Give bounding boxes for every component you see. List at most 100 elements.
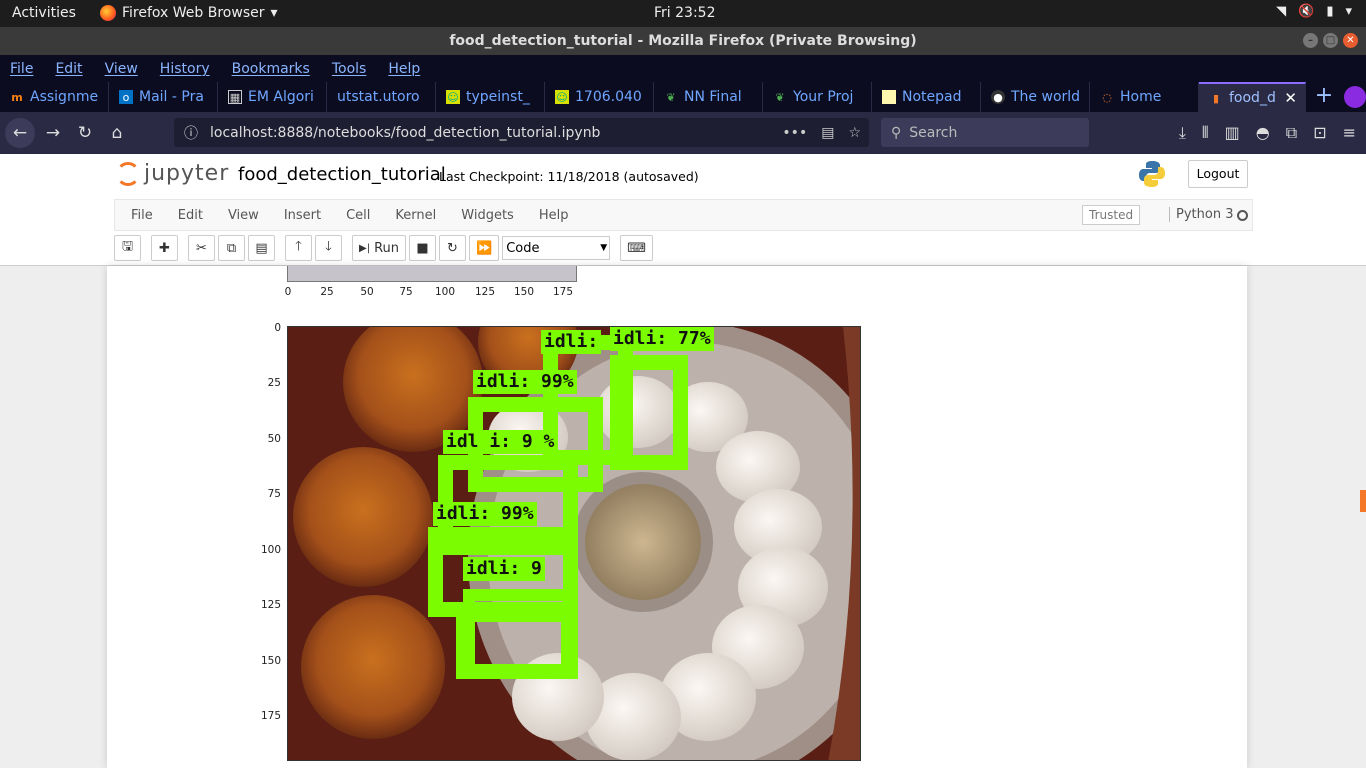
move-up-button[interactable]: 🡑 [285, 235, 312, 261]
kernel-idle-icon [1237, 210, 1248, 221]
detection-label: idli: [541, 330, 602, 354]
close-window-button[interactable]: ✕ [1343, 33, 1358, 48]
leaf-icon: ❦ [666, 90, 676, 104]
hamburger-menu-icon[interactable]: ≡ [1343, 123, 1356, 143]
menu-help[interactable]: Help [388, 61, 420, 77]
notebook-name[interactable]: food_detection_tutorial [238, 164, 446, 185]
nb-menu-kernel[interactable]: Kernel [395, 208, 436, 223]
menu-edit[interactable]: Edit [55, 61, 82, 77]
x-tick-label: 75 [399, 286, 413, 298]
command-palette-button[interactable]: ⌨ [620, 235, 653, 261]
app-menu[interactable]: Firefox Web Browser ▾ [100, 5, 278, 21]
nb-menu-file[interactable]: File [131, 208, 153, 223]
tab-label: EM Algori [248, 89, 314, 105]
run-button[interactable]: ▶| Run [352, 235, 406, 261]
tab-nn-final[interactable]: ❦ NN Final [654, 82, 763, 112]
page-actions-icon[interactable]: ••• [782, 125, 807, 141]
search-bar[interactable]: ⚲ Search [881, 118, 1089, 147]
save-button[interactable]: 🖫 [114, 235, 141, 261]
nb-menu-help[interactable]: Help [539, 208, 569, 223]
menu-bookmarks[interactable]: Bookmarks [232, 61, 310, 77]
scroll-indicator[interactable] [1360, 490, 1366, 512]
notebook-area[interactable]: 0 25 50 75 100 125 150 175 0 25 50 75 10… [107, 266, 1247, 768]
extension-icon[interactable]: ⊡ [1313, 123, 1326, 143]
search-icon: ⚲ [891, 124, 902, 141]
tab-label: 1706.040 [575, 89, 642, 105]
nb-menu-widgets[interactable]: Widgets [461, 208, 514, 223]
restart-icon: ↻ [447, 240, 458, 256]
notebook-toolbar: 🖫 ✚ ✂ ⧉ ▤ 🡑 🡓 ▶| Run ■ ↻ ⏩ Code ▼ ⌨ [114, 235, 1253, 263]
checkpoint-status: Last Checkpoint: 11/18/2018 (autosaved) [439, 169, 699, 184]
nb-menu-insert[interactable]: Insert [284, 208, 321, 223]
sidebar-icon[interactable]: ▥ [1225, 123, 1240, 143]
cell-type-select[interactable]: Code ▼ [502, 236, 611, 260]
move-down-button[interactable]: 🡓 [315, 235, 342, 261]
tab-typeinst[interactable]: ☺ typeinst_ [436, 82, 545, 112]
firefox-icon [100, 5, 116, 21]
new-tab-button[interactable]: + [1306, 82, 1342, 112]
menu-file[interactable]: File [10, 61, 33, 77]
tab-label: Mail - Pra [139, 89, 204, 105]
nb-menu-cell[interactable]: Cell [346, 208, 370, 223]
moodle-icon: m [11, 90, 23, 104]
screenshot-icon[interactable]: ⧉ [1286, 123, 1297, 143]
x-tick-label: 25 [320, 286, 334, 298]
tab-label: utstat.utoro [337, 89, 420, 105]
nb-menu-edit[interactable]: Edit [178, 208, 203, 223]
jupyter-wordmark: jupyter [144, 161, 230, 186]
url-bar-actions: ••• ▤ ☆ [782, 125, 861, 141]
volume-muted-icon: 🔇 [1298, 4, 1315, 19]
forward-button[interactable]: → [37, 123, 69, 143]
reload-button[interactable]: ↻ [69, 123, 101, 143]
maximize-button[interactable]: □ [1323, 33, 1338, 48]
tab-home[interactable]: ◌ Home [1090, 82, 1199, 112]
menu-history[interactable]: History [160, 61, 210, 77]
tab-arxiv[interactable]: ☺ 1706.040 [545, 82, 654, 112]
system-tray[interactable]: ◥ 🔇 ▮ ▾ [1276, 4, 1352, 19]
minimize-button[interactable]: – [1303, 33, 1318, 48]
detection-output-figure: idli: idli: 77% idli: 99% idl i: 9 % idl… [287, 326, 861, 761]
trusted-badge[interactable]: Trusted [1082, 205, 1141, 225]
back-button[interactable]: ← [5, 118, 35, 148]
bookmark-star-icon[interactable]: ☆ [848, 125, 861, 141]
restart-run-all-button[interactable]: ⏩ [469, 235, 500, 261]
wifi-icon: ◥ [1276, 4, 1287, 19]
tab-em-algorithm[interactable]: ▦ EM Algori [218, 82, 327, 112]
logout-button[interactable]: Logout [1188, 160, 1248, 188]
note-icon [882, 90, 896, 104]
download-icon[interactable]: ⤓ [1179, 123, 1186, 143]
close-tab-icon[interactable]: ✕ [1284, 89, 1297, 107]
tab-mail[interactable]: o Mail - Pra [109, 82, 218, 112]
detection-label: idli: 9 [463, 557, 545, 581]
previous-figure-image [287, 266, 577, 282]
activities-button[interactable]: Activities [12, 5, 76, 21]
info-icon[interactable]: ⓘ [184, 123, 198, 143]
keyboard-icon: ⌨ [627, 240, 646, 256]
menu-view[interactable]: View [105, 61, 138, 77]
reader-view-icon[interactable]: ▤ [821, 125, 834, 141]
tab-the-world[interactable]: ● The world [981, 82, 1090, 112]
copy-button[interactable]: ⧉ [218, 235, 245, 261]
y-tick-label: 175 [260, 710, 281, 722]
url-bar[interactable]: ⓘ localhost:8888/notebooks/food_detectio… [174, 118, 869, 147]
private-mask-icon[interactable]: ◓ [1256, 123, 1270, 143]
menu-tools[interactable]: Tools [332, 61, 367, 77]
nb-menu-view[interactable]: View [228, 208, 259, 223]
tab-utstat[interactable]: utstat.utoro [327, 82, 436, 112]
tab-your-project[interactable]: ❦ Your Proj [763, 82, 872, 112]
tab-notepad[interactable]: Notepad [872, 82, 981, 112]
restart-button[interactable]: ↻ [439, 235, 466, 261]
jupyter-logo[interactable]: jupyter [116, 161, 229, 186]
insert-cell-button[interactable]: ✚ [151, 235, 178, 261]
tab-food-detection[interactable]: ▮ food_d ✕ [1199, 82, 1306, 112]
paste-button[interactable]: ▤ [248, 235, 275, 261]
interrupt-button[interactable]: ■ [409, 235, 436, 261]
home-button[interactable]: ⌂ [101, 123, 133, 143]
run-label: Run [374, 240, 399, 256]
tab-assignment[interactable]: m Assignme [0, 82, 109, 112]
cut-button[interactable]: ✂ [188, 235, 215, 261]
library-icon[interactable]: ⫴ [1202, 123, 1209, 143]
window-title: food_detection_tutorial - Mozilla Firefo… [449, 33, 917, 49]
clock[interactable]: Fri 23:52 [654, 5, 715, 21]
jupyter-header: jupyter food_detection_tutorial Last Che… [0, 154, 1366, 266]
